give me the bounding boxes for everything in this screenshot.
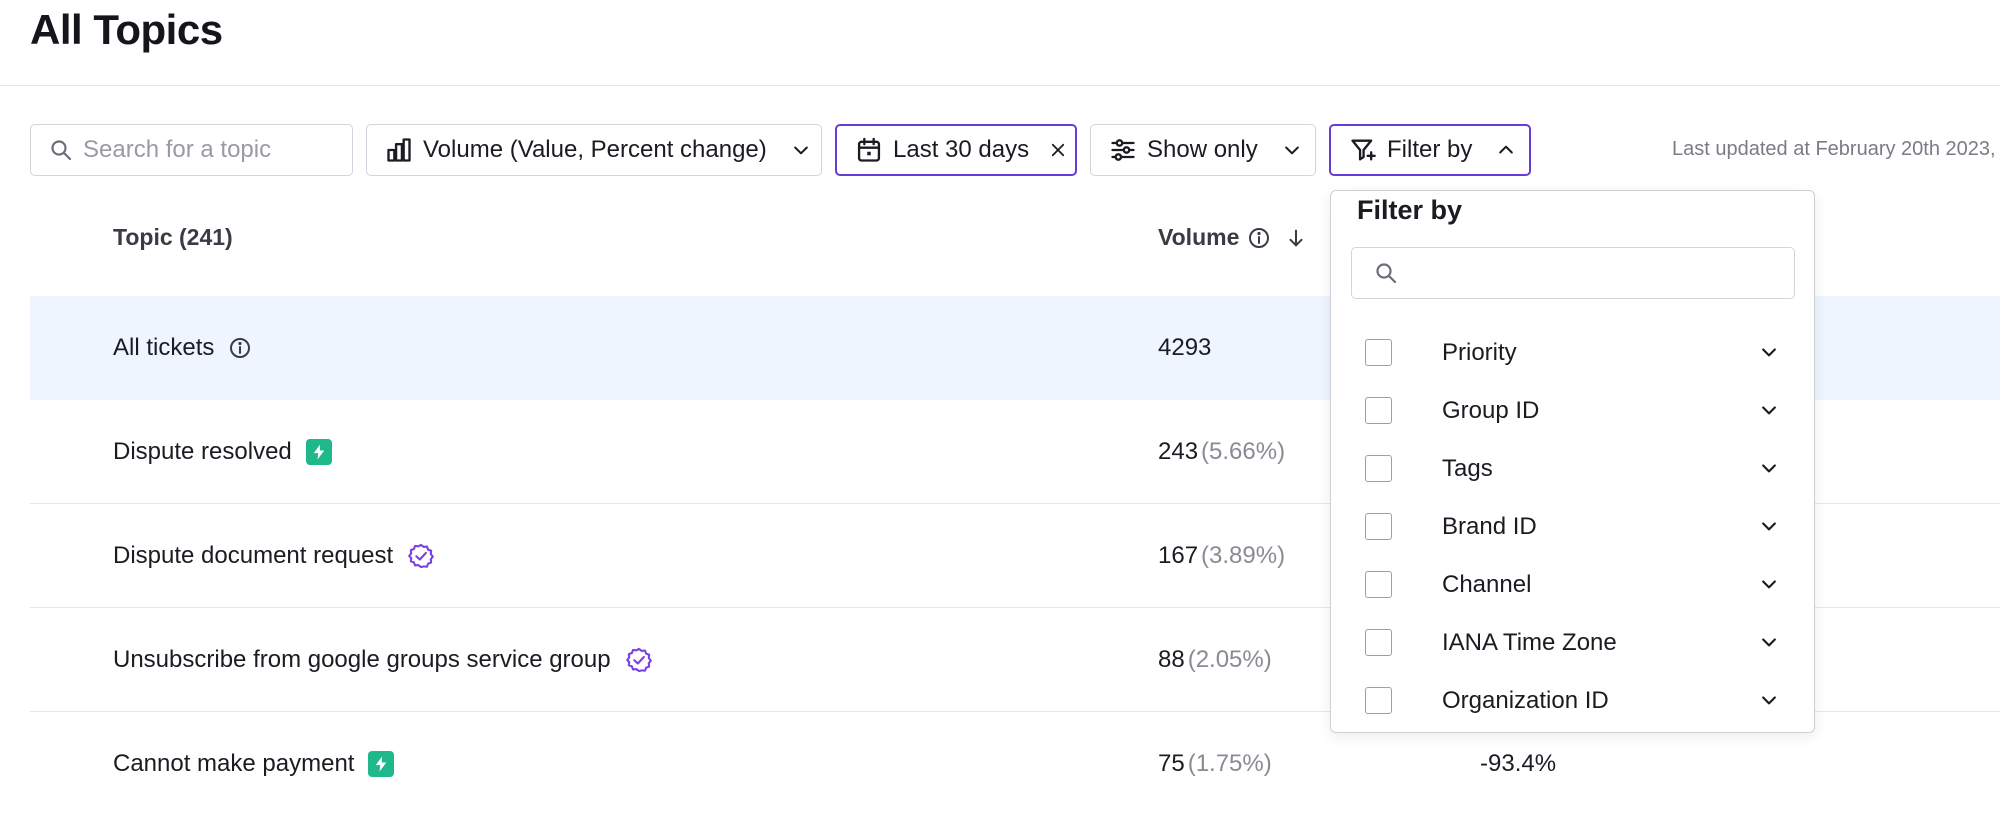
filter-search-input[interactable] bbox=[1410, 259, 1770, 287]
calendar-icon bbox=[857, 137, 881, 162]
bolt-icon bbox=[368, 751, 395, 777]
volume-value: 4293 bbox=[1158, 334, 1212, 361]
show-only-label: Show only bbox=[1147, 136, 1258, 163]
show-only-button[interactable]: Show only bbox=[1090, 124, 1316, 176]
filter-search-field[interactable] bbox=[1351, 247, 1795, 299]
topic-cell: Unsubscribe from google groups service g… bbox=[113, 608, 653, 712]
filter-add-icon bbox=[1351, 139, 1376, 161]
volume-value: 88 bbox=[1158, 646, 1185, 673]
topic-search-field[interactable] bbox=[30, 124, 353, 176]
volume-cell: 75 (1.75%) bbox=[1158, 712, 1272, 816]
chevron-down-icon[interactable] bbox=[1759, 400, 1779, 420]
volume-value: 167 bbox=[1158, 542, 1199, 569]
filter-dropdown-title: Filter by bbox=[1357, 195, 1463, 225]
close-icon[interactable] bbox=[1049, 141, 1067, 159]
filter-option-checkbox[interactable] bbox=[1365, 571, 1392, 598]
filter-option[interactable]: Organization ID bbox=[1331, 672, 1816, 730]
column-header-volume[interactable]: Volume bbox=[1158, 224, 1307, 251]
search-icon bbox=[51, 140, 72, 161]
filter-option[interactable]: IANA Time Zone bbox=[1331, 614, 1816, 672]
filter-option[interactable]: Brand ID bbox=[1331, 498, 1816, 556]
filter-option-label: IANA Time Zone bbox=[1442, 629, 1617, 656]
topic-search-input[interactable] bbox=[83, 136, 283, 164]
page-title: All Topics bbox=[30, 6, 223, 53]
filter-option-label: Brand ID bbox=[1442, 513, 1537, 540]
last-updated-text: Last updated at February 20th 2023, bbox=[1672, 138, 1996, 160]
topic-cell: All tickets bbox=[113, 296, 252, 400]
date-range-chip[interactable]: Last 30 days bbox=[835, 124, 1077, 176]
filter-option-label: Priority bbox=[1442, 339, 1517, 366]
topic-name: Dispute resolved bbox=[113, 438, 292, 465]
header-divider bbox=[0, 85, 2000, 86]
volume-percent: (2.05%) bbox=[1187, 646, 1272, 673]
sort-descending-icon[interactable] bbox=[1285, 227, 1307, 249]
filter-option[interactable]: Priority bbox=[1331, 324, 1816, 382]
topic-name: Cannot make payment bbox=[113, 750, 355, 777]
chevron-down-icon bbox=[793, 146, 808, 155]
chevron-down-icon[interactable] bbox=[1759, 458, 1779, 478]
filter-option-checkbox[interactable] bbox=[1365, 397, 1392, 424]
metric-select-label: Volume (Value, Percent change) bbox=[423, 136, 767, 163]
volume-cell: 167 (3.89%) bbox=[1158, 504, 1285, 608]
volume-percent: (1.75%) bbox=[1187, 750, 1272, 777]
chevron-down-icon[interactable] bbox=[1759, 690, 1779, 710]
search-icon bbox=[1376, 263, 1397, 284]
verified-icon bbox=[625, 647, 652, 673]
filter-option-checkbox[interactable] bbox=[1365, 513, 1392, 540]
volume-cell: 4293 bbox=[1158, 296, 1211, 400]
filter-option[interactable]: Group ID bbox=[1331, 382, 1816, 440]
filter-option[interactable]: Channel bbox=[1331, 556, 1816, 614]
column-header-topic[interactable]: Topic (241) bbox=[113, 224, 233, 251]
chevron-down-icon[interactable] bbox=[1759, 516, 1779, 536]
column-header-topic-label: Topic (241) bbox=[113, 224, 233, 250]
topic-cell: Dispute resolved bbox=[113, 400, 332, 504]
filter-by-label: Filter by bbox=[1387, 136, 1473, 163]
filter-option-checkbox[interactable] bbox=[1365, 339, 1392, 366]
topic-name: All tickets bbox=[113, 334, 215, 361]
chevron-down-icon[interactable] bbox=[1759, 574, 1779, 594]
column-header-volume-label: Volume bbox=[1158, 224, 1240, 250]
filter-option-label: Channel bbox=[1442, 571, 1532, 598]
bar-chart-icon bbox=[387, 138, 411, 162]
chevron-down-icon[interactable] bbox=[1759, 632, 1779, 652]
sliders-icon bbox=[1111, 139, 1135, 161]
volume-cell: 243 (5.66%) bbox=[1158, 400, 1285, 504]
filter-option-label: Tags bbox=[1442, 455, 1493, 482]
filter-by-button[interactable]: Filter by bbox=[1329, 124, 1531, 176]
topic-name: Dispute document request bbox=[113, 542, 394, 569]
filter-option-checkbox[interactable] bbox=[1365, 455, 1392, 482]
filter-option-label: Group ID bbox=[1442, 397, 1540, 424]
filter-option-checkbox[interactable] bbox=[1365, 629, 1392, 656]
metric-select-button[interactable]: Volume (Value, Percent change) bbox=[366, 124, 822, 176]
filter-option[interactable]: Tags bbox=[1331, 440, 1816, 498]
volume-value: 75 bbox=[1158, 750, 1185, 777]
topic-name: Unsubscribe from google groups service g… bbox=[113, 646, 611, 673]
topic-cell: Dispute document request bbox=[113, 504, 435, 608]
volume-percent: (5.66%) bbox=[1201, 438, 1286, 465]
volume-value: 243 bbox=[1158, 438, 1199, 465]
chevron-down-icon[interactable] bbox=[1759, 342, 1779, 362]
bolt-icon bbox=[305, 439, 332, 465]
volume-cell: 88 (2.05%) bbox=[1158, 608, 1272, 712]
chevron-down-icon bbox=[1284, 146, 1299, 155]
change-value: -93.4% bbox=[1480, 750, 1557, 777]
info-icon[interactable] bbox=[228, 336, 252, 360]
filter-by-dropdown: Filter by Priority Group ID Tags Brand ID Ch… bbox=[1330, 190, 1815, 733]
verified-icon bbox=[408, 543, 435, 569]
filter-option-checkbox[interactable] bbox=[1365, 687, 1392, 714]
chevron-up-icon bbox=[1499, 145, 1514, 154]
info-icon[interactable] bbox=[1247, 226, 1271, 250]
filter-option-label: Organization ID bbox=[1442, 687, 1609, 714]
date-range-label: Last 30 days bbox=[893, 136, 1030, 163]
topic-cell: Cannot make payment bbox=[113, 712, 395, 816]
volume-percent: (3.89%) bbox=[1201, 542, 1286, 569]
